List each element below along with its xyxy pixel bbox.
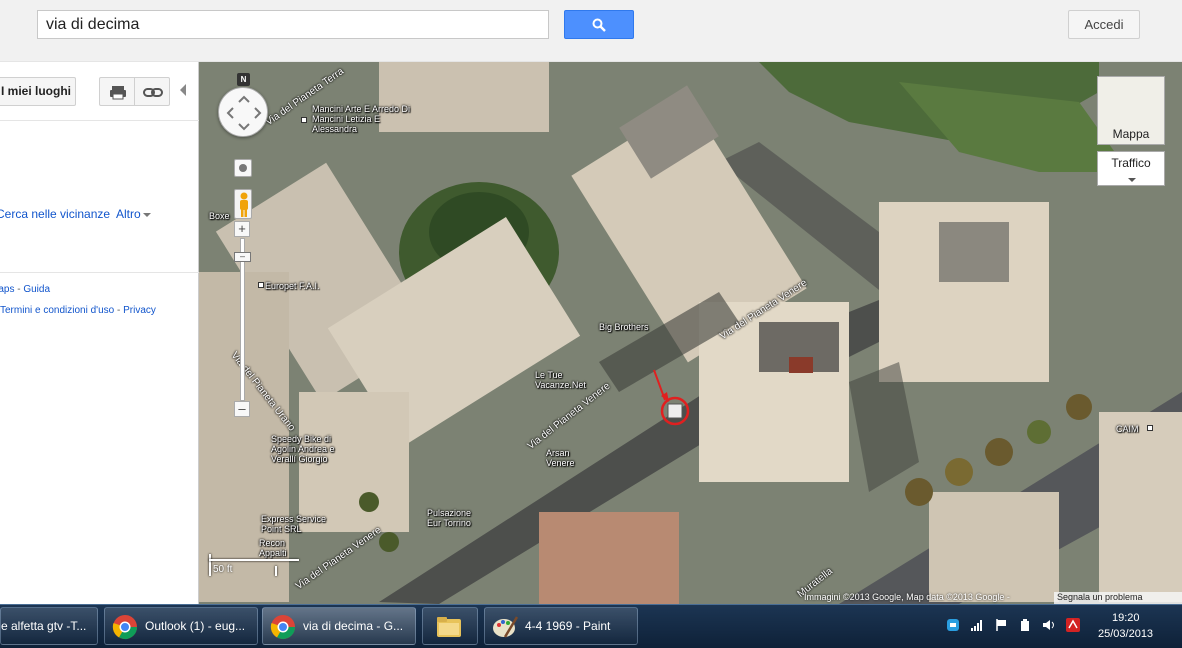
- task-label: 4-4 1969 - Paint: [525, 619, 611, 633]
- satellite-map[interactable]: Via del Pianeta Terra Via del Pianeta Ur…: [199, 62, 1182, 604]
- scale-bar: [209, 559, 299, 561]
- pan-control[interactable]: [218, 87, 268, 137]
- windows-taskbar: e alfetta gtv -T... Outlook (1) - eug...…: [0, 604, 1182, 648]
- compass-north[interactable]: N: [237, 73, 250, 86]
- volume-icon[interactable]: [1042, 618, 1056, 632]
- map-type-label: Mappa: [1112, 127, 1150, 141]
- flag-icon[interactable]: [994, 618, 1008, 632]
- more-label: Altro: [116, 207, 141, 221]
- scale-label: 50 ft: [213, 564, 233, 575]
- divider: [0, 120, 199, 121]
- place-label[interactable]: Le Tue Vacanze.Net: [535, 370, 605, 390]
- search-input[interactable]: [37, 10, 549, 39]
- print-icon: [110, 86, 126, 100]
- place-pin-icon[interactable]: [301, 117, 307, 123]
- footer-links-row1: Maps - Guida: [0, 284, 50, 295]
- top-bar: Accedi: [0, 0, 1182, 62]
- rotate-button[interactable]: [234, 159, 252, 177]
- signal-icon[interactable]: [970, 618, 984, 632]
- satellite-imagery: [199, 62, 1182, 604]
- traffic-button[interactable]: Traffico: [1097, 151, 1165, 186]
- clock-time[interactable]: 19:20: [1112, 612, 1140, 624]
- place-label[interactable]: Big Brothers: [599, 322, 649, 332]
- rotate-icon: [239, 164, 247, 172]
- footer-links-row2: Termini e condizioni d'uso - Privacy: [0, 305, 156, 316]
- place-pin-icon[interactable]: [1147, 425, 1153, 431]
- place-label[interactable]: Arsan Venere: [546, 448, 582, 468]
- taskbar-item-outlook[interactable]: Outlook (1) - eug...: [104, 607, 258, 645]
- map-attribution: Immagini ©2013 Google, Map data ©2013 Go…: [804, 592, 1010, 602]
- maps-link[interactable]: Maps: [0, 284, 14, 295]
- sign-in-button[interactable]: Accedi: [1068, 10, 1140, 39]
- skype-icon[interactable]: [946, 618, 960, 632]
- place-label[interactable]: Express Service Point SRL: [261, 514, 341, 534]
- task-label: via di decima - G...: [303, 619, 404, 633]
- help-link[interactable]: Guida: [23, 284, 50, 295]
- map-scale: 50 ft: [209, 554, 299, 576]
- place-label[interactable]: Pulsazione Eur Torrino: [427, 508, 487, 528]
- chrome-icon: [112, 615, 137, 640]
- taskbar-item-paint[interactable]: 4-4 1969 - Paint: [484, 607, 638, 645]
- my-places-label: I miei luoghi: [1, 84, 72, 98]
- taskbar-item-explorer[interactable]: [422, 607, 478, 645]
- screen: Accedi I miei luoghi Cerca nelle vicinan…: [0, 0, 1182, 648]
- print-button[interactable]: [99, 77, 135, 106]
- left-panel: I miei luoghi Cerca nelle vicinanze Altr…: [0, 62, 199, 604]
- device-icon[interactable]: [1018, 618, 1032, 632]
- taskbar-item-alfetta[interactable]: e alfetta gtv -T...: [0, 607, 98, 645]
- scale-tick: [209, 554, 211, 576]
- place-label[interactable]: Speedy Bike di Agolin Andrea e Verallí G…: [271, 434, 349, 464]
- chevron-down-icon: [142, 212, 151, 217]
- zoom-in-button[interactable]: +: [234, 221, 250, 237]
- place-label[interactable]: Europet F.A.I.: [265, 281, 320, 291]
- more-link[interactable]: Altro: [116, 207, 151, 221]
- nearby-search-link[interactable]: Cerca nelle vicinanze: [0, 207, 110, 221]
- chrome-icon: [270, 615, 295, 640]
- zoom-out-button[interactable]: –: [234, 401, 250, 417]
- folder-icon: [437, 617, 461, 637]
- zoom-slider-thumb[interactable]: –: [234, 252, 251, 262]
- link-icon: [143, 88, 163, 97]
- terms-link[interactable]: Termini e condizioni d'uso: [0, 305, 114, 316]
- divider: [0, 272, 199, 273]
- report-problem-link[interactable]: Segnala un problema: [1054, 592, 1182, 604]
- search-button[interactable]: [564, 10, 634, 39]
- pan-arrows-icon: [226, 95, 262, 131]
- map-type-map-button[interactable]: Mappa: [1097, 76, 1165, 145]
- antivirus-icon[interactable]: [1066, 618, 1080, 632]
- zoom-slider-track[interactable]: [240, 238, 245, 401]
- scale-tick: [275, 566, 277, 576]
- place-label[interactable]: Boxe: [209, 211, 230, 221]
- paint-icon: [493, 616, 519, 638]
- street-view-pegman[interactable]: [234, 189, 252, 219]
- collapse-panel-icon[interactable]: [180, 84, 186, 96]
- task-label: Outlook (1) - eug...: [145, 619, 246, 633]
- task-label: e alfetta gtv -T...: [1, 619, 87, 633]
- place-label[interactable]: Mancini Arte E Arredo Di Mancini Letizia…: [312, 104, 412, 134]
- clock-date[interactable]: 25/03/2013: [1098, 628, 1153, 640]
- search-icon: [592, 18, 606, 32]
- place-pin-icon[interactable]: [258, 282, 264, 288]
- privacy-link[interactable]: Privacy: [123, 305, 156, 316]
- traffic-label: Traffico: [1111, 156, 1151, 170]
- my-places-button[interactable]: I miei luoghi: [0, 77, 76, 106]
- pegman-icon: [240, 192, 248, 217]
- place-label[interactable]: CAIM: [1116, 424, 1139, 434]
- chevron-down-icon: [1128, 178, 1136, 182]
- link-button[interactable]: [134, 77, 170, 106]
- taskbar-item-chrome-maps[interactable]: via di decima - G...: [262, 607, 416, 645]
